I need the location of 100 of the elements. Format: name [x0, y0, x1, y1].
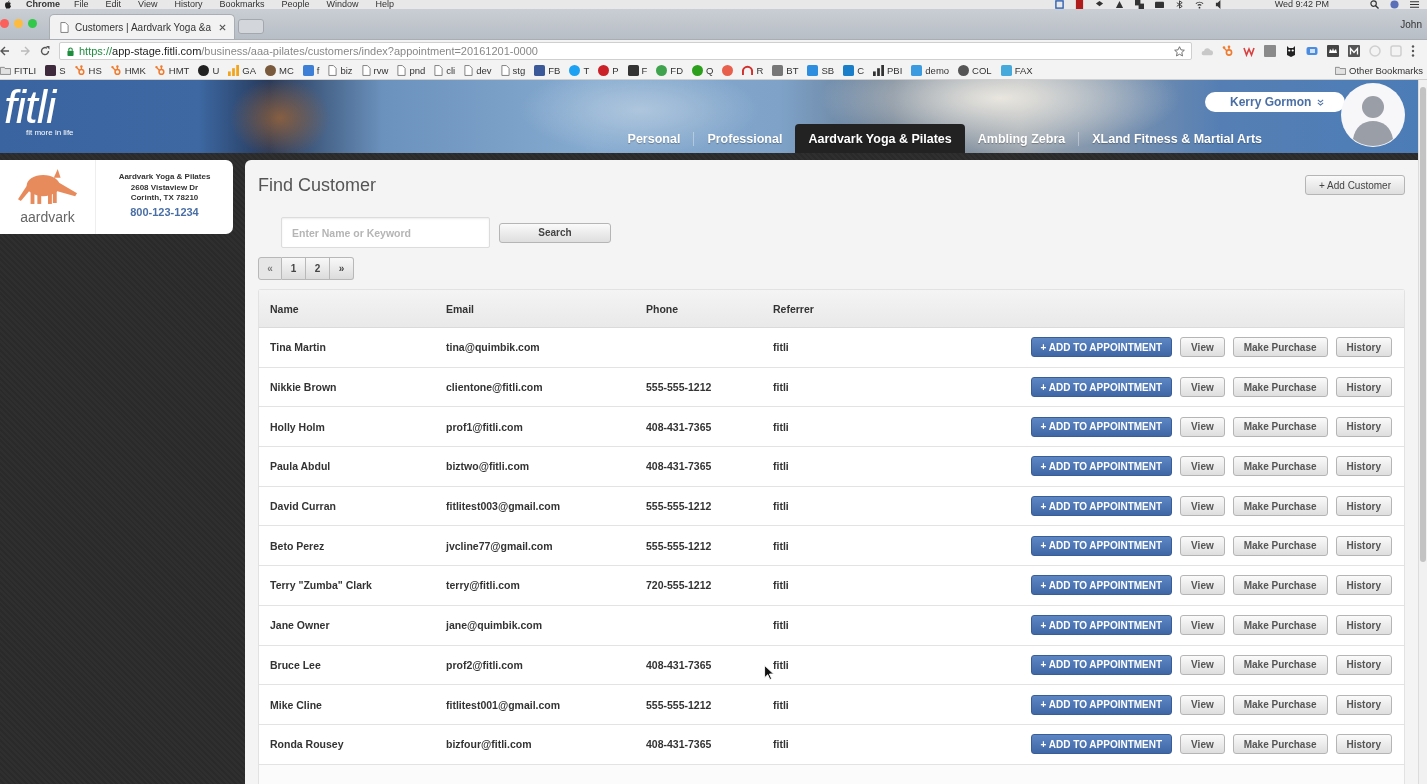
scrollbar-thumb[interactable] — [1420, 87, 1426, 562]
bookmark-item[interactable]: C — [843, 65, 864, 76]
bookmark-item[interactable]: F — [627, 65, 648, 76]
bookmark-item[interactable]: dev — [464, 65, 492, 76]
make-purchase-button[interactable]: Make Purchase — [1232, 416, 1328, 437]
add-customer-button[interactable]: + Add Customer — [1305, 175, 1405, 195]
zoom-dot-icon[interactable] — [28, 18, 37, 28]
bookmark-item[interactable]: PBI — [873, 65, 903, 76]
search-button[interactable]: Search — [499, 222, 611, 243]
make-purchase-button[interactable]: Make Purchase — [1232, 535, 1328, 556]
bookmark-item[interactable]: T — [569, 65, 590, 76]
view-button[interactable]: View — [1180, 734, 1225, 755]
make-purchase-button[interactable]: Make Purchase — [1232, 377, 1328, 398]
view-button[interactable]: View — [1180, 416, 1225, 437]
bookmark-item[interactable]: pnd — [397, 65, 426, 76]
nav-tab[interactable]: XLand Fitness & Martial Arts — [1079, 124, 1275, 153]
history-button[interactable]: History — [1335, 615, 1392, 636]
bookmark-item[interactable]: SB — [807, 65, 835, 76]
screen-icon[interactable] — [1306, 45, 1318, 57]
view-button[interactable]: View — [1180, 694, 1225, 715]
wifi-icon[interactable] — [1194, 0, 1204, 9]
view-button[interactable]: View — [1180, 615, 1225, 636]
menu-item[interactable]: Bookmarks — [219, 0, 265, 9]
menu-item[interactable]: Edit — [105, 0, 122, 9]
bookmark-item[interactable]: P — [598, 65, 619, 76]
bookmark-item[interactable]: Other Bookmarks — [1335, 65, 1427, 76]
make-purchase-button[interactable]: Make Purchase — [1232, 654, 1328, 675]
square-icon[interactable] — [1054, 0, 1064, 9]
list-icon[interactable] — [1410, 0, 1419, 9]
bookmark-item[interactable]: stg — [500, 65, 526, 76]
history-button[interactable]: History — [1335, 575, 1392, 596]
add-to-appointment-button[interactable]: + ADD TO APPOINTMENT — [1030, 416, 1173, 437]
bookmark-item[interactable]: biz — [328, 65, 353, 76]
close-icon[interactable] — [219, 23, 226, 31]
make-purchase-button[interactable]: Make Purchase — [1232, 734, 1328, 755]
history-button[interactable]: History — [1335, 654, 1392, 675]
close-dot-icon[interactable] — [0, 18, 9, 28]
bluetooth-icon[interactable] — [1174, 0, 1184, 9]
nav-tab[interactable]: Aardvark Yoga & Pilates — [795, 124, 965, 153]
make-purchase-button[interactable]: Make Purchase — [1232, 337, 1328, 358]
menu-item[interactable]: Window — [326, 0, 359, 9]
menu-item[interactable]: Help — [375, 0, 394, 9]
star-icon[interactable] — [1174, 45, 1185, 57]
make-purchase-button[interactable]: Make Purchase — [1232, 456, 1328, 477]
add-to-appointment-button[interactable]: + ADD TO APPOINTMENT — [1030, 694, 1173, 715]
minimize-dot-icon[interactable] — [14, 18, 23, 28]
add-to-appointment-button[interactable]: + ADD TO APPOINTMENT — [1030, 535, 1173, 556]
triangle-icon[interactable] — [1114, 0, 1124, 9]
bookmark-item[interactable]: HS — [74, 65, 102, 76]
circle-icon[interactable] — [722, 65, 734, 76]
squares-icon[interactable] — [1134, 0, 1144, 9]
history-button[interactable]: History — [1335, 734, 1392, 755]
bookmark-item[interactable]: demo — [911, 65, 950, 76]
history-button[interactable]: History — [1335, 456, 1392, 477]
view-button[interactable]: View — [1180, 535, 1225, 556]
pagination-button[interactable]: » — [330, 257, 354, 280]
rectangle-icon[interactable] — [1154, 0, 1164, 9]
pagination-button[interactable]: 1 — [282, 257, 306, 280]
view-button[interactable]: View — [1180, 456, 1225, 477]
view-button[interactable]: View — [1180, 654, 1225, 675]
address-bar[interactable]: https://app-stage.fitli.com/business/aaa-pilates/customers/index?appointment=20161201-0000 — [59, 42, 1192, 60]
search-field[interactable]: Enter Name or Keyword — [281, 217, 490, 248]
menu-item[interactable]: People — [281, 0, 310, 9]
make-purchase-button[interactable]: Make Purchase — [1232, 694, 1328, 715]
scrollbar-track[interactable] — [1418, 80, 1427, 784]
back-arrow-icon[interactable] — [0, 46, 10, 56]
bookmark-item[interactable]: f — [302, 65, 320, 76]
menu-item[interactable]: File — [74, 0, 89, 9]
more-icon[interactable] — [1411, 45, 1415, 57]
add-to-appointment-button[interactable]: + ADD TO APPOINTMENT — [1030, 734, 1173, 755]
history-button[interactable]: History — [1335, 337, 1392, 358]
make-purchase-button[interactable]: Make Purchase — [1232, 615, 1328, 636]
apple-icon[interactable] — [4, 0, 12, 9]
user-menu-button[interactable]: Kerry Gormon — [1205, 92, 1345, 112]
menu-item[interactable]: History — [174, 0, 203, 9]
fitli-logo[interactable]: fitli — [4, 84, 56, 130]
history-button[interactable]: History — [1335, 416, 1392, 437]
bookmark-item[interactable]: rvw — [361, 65, 389, 76]
bookmark-item[interactable]: S — [45, 65, 66, 76]
rectangle-icon[interactable] — [1074, 0, 1084, 9]
clock[interactable]: Wed 9:42 PM — [1274, 0, 1329, 9]
bookmark-item[interactable]: R — [742, 65, 764, 76]
add-to-appointment-button[interactable]: + ADD TO APPOINTMENT — [1030, 615, 1173, 636]
reload-icon[interactable] — [40, 46, 50, 56]
history-button[interactable]: History — [1335, 535, 1392, 556]
menu-item[interactable]: View — [138, 0, 158, 9]
bookmark-item[interactable]: COL — [958, 65, 992, 76]
view-button[interactable]: View — [1180, 496, 1225, 517]
browser-tab[interactable]: Customers | Aardvark Yoga &a — [49, 14, 235, 39]
make-purchase-button[interactable]: Make Purchase — [1232, 496, 1328, 517]
view-button[interactable]: View — [1180, 575, 1225, 596]
search-icon[interactable] — [1370, 0, 1379, 9]
zigzag-icon[interactable] — [1243, 45, 1255, 57]
add-to-appointment-button[interactable]: + ADD TO APPOINTMENT — [1030, 575, 1173, 596]
history-button[interactable]: History — [1335, 694, 1392, 715]
bookmark-item[interactable]: U — [198, 65, 220, 76]
add-to-appointment-button[interactable]: + ADD TO APPOINTMENT — [1030, 456, 1173, 477]
add-to-appointment-button[interactable]: + ADD TO APPOINTMENT — [1030, 377, 1173, 398]
bookmark-item[interactable]: BT — [772, 65, 799, 76]
bookmark-item[interactable]: Q — [692, 65, 714, 76]
